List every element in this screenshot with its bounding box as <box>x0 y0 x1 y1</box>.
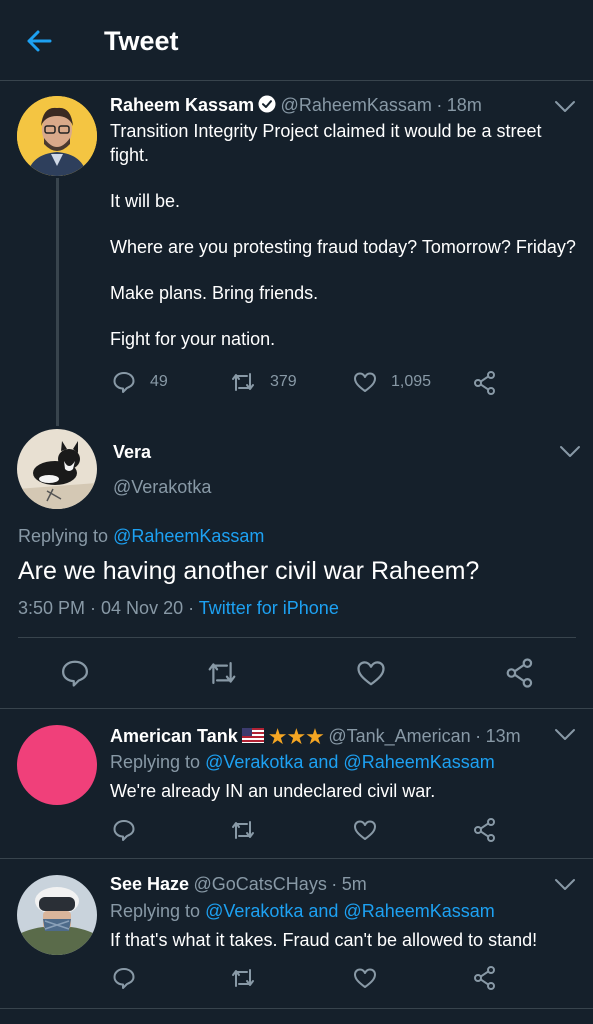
verified-badge-icon <box>258 95 276 113</box>
like-count: 1,095 <box>391 373 432 390</box>
tweet-divider <box>0 1008 593 1009</box>
tweet-divider <box>0 708 593 709</box>
tweet-time: 13m <box>485 726 521 746</box>
tweet-header: See Haze @GoCatsCHays · 5m <box>110 874 367 895</box>
author-handle[interactable]: @GoCatsCHays <box>194 874 327 894</box>
like-button[interactable] <box>353 818 377 842</box>
speech-bubble-icon <box>113 820 135 841</box>
heart-icon <box>354 968 376 988</box>
share-button[interactable] <box>472 370 498 396</box>
tweet-meta: 3:50 PM · 04 Nov 20 · Twitter for iPhone <box>18 598 339 619</box>
share-button[interactable] <box>472 965 498 991</box>
speech-bubble-icon <box>62 660 88 687</box>
avatar[interactable] <box>17 96 97 176</box>
page-title: Tweet <box>104 26 179 56</box>
share-button[interactable] <box>504 657 536 689</box>
cat-photo-icon <box>17 429 97 509</box>
reply-button[interactable] <box>112 966 136 990</box>
tweet-text: Are we having another civil war Raheem? <box>18 557 480 585</box>
reply-button[interactable]: 49 <box>112 370 168 394</box>
author-name[interactable]: Vera <box>113 442 151 463</box>
heart-icon <box>354 820 376 840</box>
tweet-timestamp: 3:50 PM · 04 Nov 20 · <box>18 598 199 618</box>
separator-dot: · <box>436 95 443 115</box>
chevron-down-icon[interactable] <box>554 100 576 114</box>
retweet-icon <box>208 662 236 684</box>
retweet-button[interactable] <box>206 658 238 688</box>
replying-to-line: Replying to @Verakotka and @RaheemKassam <box>110 901 495 922</box>
chevron-down-icon[interactable] <box>559 445 581 459</box>
us-flag-icon <box>241 728 264 743</box>
author-name[interactable]: Raheem Kassam <box>110 95 254 115</box>
speech-bubble-icon <box>113 372 135 393</box>
tweet-text: We're already IN an undeclared civil war… <box>110 781 436 801</box>
reply-count: 49 <box>150 373 168 390</box>
person-photo-icon <box>17 875 97 955</box>
separator-dot: · <box>475 726 482 746</box>
author-handle[interactable]: @RaheemKassam <box>281 95 432 115</box>
meta-divider <box>18 637 576 638</box>
replying-to-link[interactable]: @Verakotka and @RaheemKassam <box>205 752 495 772</box>
tweet-time: 5m <box>341 874 367 894</box>
tweet-time: 18m <box>446 95 482 115</box>
tweet-source-link[interactable]: Twitter for iPhone <box>199 598 339 618</box>
author-handle[interactable]: @Verakotka <box>113 477 211 498</box>
retweet-icon <box>232 373 254 391</box>
share-icon <box>474 818 495 842</box>
tweet-body: Transition Integrity Project claimed it … <box>110 119 585 373</box>
star-emojis: ★★★ <box>267 724 325 749</box>
tweet-header: Raheem Kassam @RaheemKassam · 18m <box>110 95 482 116</box>
retweet-button[interactable]: 379 <box>230 370 297 394</box>
chevron-down-icon[interactable] <box>554 878 576 892</box>
speech-bubble-icon <box>113 968 135 989</box>
avatar[interactable] <box>17 875 97 955</box>
replying-to-label: Replying to <box>110 752 201 772</box>
replying-to-link[interactable]: @Verakotka and @RaheemKassam <box>205 901 495 921</box>
replying-to-line: Replying to @Verakotka and @RaheemKassam <box>110 752 495 773</box>
tweet-text: If that's what it takes. Fraud can't be … <box>110 930 538 950</box>
share-icon <box>474 966 495 990</box>
retweet-icon <box>232 969 254 987</box>
replying-to-label: Replying to <box>110 901 201 921</box>
like-button[interactable] <box>353 966 377 990</box>
avatar[interactable] <box>17 429 97 509</box>
person-photo-icon <box>17 96 97 176</box>
tweet-paragraph: Transition Integrity Project claimed it … <box>110 121 542 165</box>
tweet-paragraph: Make plans. Bring friends. <box>110 283 319 303</box>
share-icon <box>506 658 533 688</box>
reply-button[interactable] <box>112 818 136 842</box>
share-button[interactable] <box>472 817 498 843</box>
retweet-button[interactable] <box>230 966 256 990</box>
share-icon <box>474 371 495 395</box>
chevron-down-icon[interactable] <box>554 728 576 742</box>
like-button[interactable]: 1,095 <box>353 370 431 394</box>
author-handle[interactable]: @Tank_American <box>328 726 470 746</box>
author-name[interactable]: See Haze <box>110 874 189 894</box>
heart-icon <box>357 661 385 686</box>
top-bar: Tweet <box>0 0 593 80</box>
replying-to-link[interactable]: @RaheemKassam <box>113 526 264 546</box>
header-divider <box>0 80 593 81</box>
heart-icon <box>354 372 376 392</box>
author-name[interactable]: American Tank <box>110 726 238 746</box>
tweet-paragraph: Fight for your nation. <box>110 329 276 349</box>
tweet-paragraph: It will be. <box>110 191 181 211</box>
reply-button[interactable] <box>60 658 90 688</box>
retweet-count: 379 <box>270 373 297 390</box>
tweet-header: American Tank ★★★ @Tank_American · 13m <box>110 724 521 750</box>
tweet-paragraph: Where are you protesting fraud today? To… <box>110 237 576 257</box>
thread-line <box>56 178 59 426</box>
like-button[interactable] <box>356 658 386 688</box>
replying-to-line: Replying to @RaheemKassam <box>18 526 264 547</box>
avatar[interactable] <box>17 725 97 805</box>
back-arrow-icon[interactable] <box>24 26 54 56</box>
retweet-icon <box>232 821 254 839</box>
separator-dot: · <box>331 874 338 894</box>
retweet-button[interactable] <box>230 818 256 842</box>
replying-to-label: Replying to <box>18 526 109 546</box>
tweet-divider <box>0 858 593 859</box>
